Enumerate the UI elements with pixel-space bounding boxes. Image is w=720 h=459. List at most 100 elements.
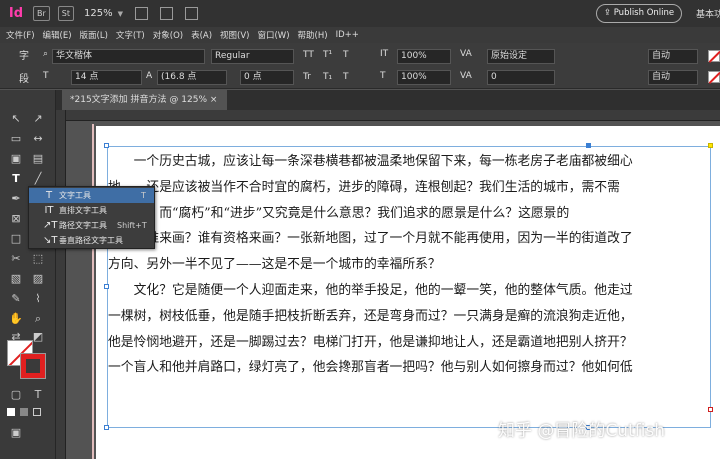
zoom-level[interactable]: 125% bbox=[84, 8, 113, 19]
flyout-item-label: 直排文字工具 bbox=[59, 206, 107, 215]
text-line: 地 还是应该被当作不合时宜的腐朽，进步的障碍，连根刨起？我们生活的城市，需不需 bbox=[108, 179, 620, 195]
font-search-icon: ⌕ bbox=[43, 49, 49, 59]
view-options-icon[interactable] bbox=[134, 7, 148, 20]
note-tool-icon[interactable]: ✎ bbox=[9, 292, 23, 306]
formatting-affects-container-icon[interactable]: ▢ bbox=[9, 388, 23, 402]
text-line: 文化？它是随便一个人迎面走来，他的举手投足，他的一颦一笑，他的整体气质。他走过 bbox=[108, 282, 633, 298]
document-tab[interactable]: *215文字添加 拼音方法 @ 125% × bbox=[62, 90, 228, 110]
frame-handle-top-right[interactable] bbox=[708, 143, 713, 148]
tracking-icon: VA bbox=[460, 71, 472, 81]
auto-field-2[interactable]: 自动 bbox=[648, 70, 698, 85]
apply-color-icon[interactable] bbox=[7, 408, 15, 416]
flyout-item-vertical-type-tool[interactable]: IT 直排文字工具 bbox=[29, 203, 154, 218]
line-tool-icon[interactable]: ╱ bbox=[31, 172, 45, 186]
fill-swatch-none-icon[interactable] bbox=[708, 50, 720, 62]
page-tool-icon[interactable]: ▭ bbox=[9, 132, 23, 146]
leading-field[interactable]: (16.8 点 bbox=[157, 70, 227, 85]
underline-button[interactable]: T bbox=[343, 50, 349, 60]
direct-selection-tool-icon[interactable]: ↗ bbox=[31, 112, 45, 126]
menu-window[interactable]: 窗口(W) bbox=[257, 29, 289, 41]
stroke-color-icon[interactable] bbox=[20, 353, 46, 379]
type-tool-icon[interactable]: T bbox=[9, 172, 23, 186]
frame-handle-top-left[interactable] bbox=[104, 143, 109, 148]
subscript-button[interactable]: T₁ bbox=[323, 72, 332, 82]
body-text[interactable]: 一个历史古城，应该让每一条深巷横巷都被温柔地保留下来，每一栋老房子老庙都被细心 … bbox=[108, 149, 711, 427]
horizontal-ruler bbox=[66, 110, 720, 121]
eyedropper-tool-icon[interactable]: ⌇ bbox=[31, 292, 45, 306]
character-mode-icon[interactable]: 字 bbox=[19, 47, 29, 62]
chevron-down-icon[interactable]: ▼ bbox=[118, 10, 123, 18]
frame-handle-top-center[interactable] bbox=[586, 143, 591, 148]
menu-edit[interactable]: 编辑(E) bbox=[43, 29, 72, 41]
content-placer-icon[interactable]: ▤ bbox=[31, 152, 45, 166]
menu-layout[interactable]: 版面(L) bbox=[80, 29, 108, 41]
workspace-switcher[interactable]: 基本功能 bbox=[696, 7, 720, 20]
gradient-feather-tool-icon[interactable]: ▨ bbox=[31, 272, 45, 286]
small-caps-button[interactable]: Tr bbox=[303, 72, 311, 82]
menu-table[interactable]: 表(A) bbox=[191, 29, 212, 41]
menu-help[interactable]: 帮助(H) bbox=[298, 29, 328, 41]
flyout-item-type-on-path-tool[interactable]: ↗T 路径文字工具 Shift+T bbox=[29, 218, 154, 233]
font-size-field[interactable]: 14 点 bbox=[71, 70, 142, 85]
type-tool-icon: T bbox=[45, 190, 53, 201]
all-caps-button[interactable]: TT bbox=[303, 50, 314, 60]
text-line: 和细心？而“腐朽”和“进步”又究竟是什么意思？我们追求的愿景是什么？这愿景的 bbox=[108, 205, 570, 221]
screen-mode-normal-icon[interactable]: ▣ bbox=[9, 426, 23, 440]
menu-bar: 文件(F) 编辑(E) 版面(L) 文字(T) 对象(O) 表(A) 视图(V)… bbox=[0, 27, 720, 43]
apply-none-icon[interactable] bbox=[33, 408, 41, 416]
vertical-scale-field[interactable]: 100% bbox=[397, 49, 451, 64]
flyout-item-shortcut: Shift+T bbox=[117, 221, 147, 230]
stock-button[interactable]: St bbox=[57, 6, 74, 21]
publish-online-label: Publish Online bbox=[613, 8, 675, 18]
free-transform-tool-icon[interactable]: ⬚ bbox=[31, 252, 45, 266]
horizontal-scale-field[interactable]: 100% bbox=[397, 70, 451, 85]
default-colors-icon[interactable]: ◩ bbox=[31, 330, 45, 344]
flyout-item-shortcut: T bbox=[141, 191, 146, 200]
text-line: 蓝图由谁来画？谁有资格来画？一张新地图，过了一个月就不能再使用，因为一半的街道改… bbox=[108, 231, 633, 247]
type-on-path-tool-icon: ↗T bbox=[43, 220, 58, 231]
flyout-item-label: 路径文字工具 bbox=[59, 221, 107, 230]
watermark: 知乎 @冒险的Cutfish bbox=[498, 421, 666, 441]
menu-file[interactable]: 文件(F) bbox=[6, 29, 35, 41]
leading-icon: A bbox=[146, 71, 153, 81]
flyout-item-type-tool[interactable]: T 文字工具 T bbox=[29, 188, 154, 203]
kerning-icon: VA bbox=[460, 49, 472, 59]
kerning-field[interactable]: 原始设定 bbox=[487, 49, 555, 64]
menu-idplus[interactable]: ID++ bbox=[336, 30, 359, 40]
tracking-hint-field[interactable]: 0 点 bbox=[240, 70, 294, 85]
bleed-guide bbox=[92, 124, 94, 459]
gradient-swatch-tool-icon[interactable]: ▧ bbox=[9, 272, 23, 286]
menu-type[interactable]: 文字(T) bbox=[116, 29, 145, 41]
formatting-affects-text-icon[interactable]: T bbox=[31, 388, 45, 402]
text-line: 方向、另外一半不见了——这是不是一个城市的幸福所系？ bbox=[108, 257, 441, 273]
publish-online-button[interactable]: ⇪ Publish Online bbox=[596, 4, 682, 23]
flyout-item-vertical-type-on-path-tool[interactable]: ↘T 垂直路径文字工具 bbox=[29, 233, 154, 248]
stroke-swatch-none-icon[interactable] bbox=[708, 71, 720, 83]
menu-object[interactable]: 对象(O) bbox=[153, 29, 183, 41]
font-style-field[interactable]: Regular bbox=[211, 49, 294, 64]
menu-view[interactable]: 视图(V) bbox=[220, 29, 249, 41]
rectangle-tool-icon[interactable]: □ bbox=[9, 232, 23, 246]
rectangle-frame-tool-icon[interactable]: ⊠ bbox=[9, 212, 23, 226]
document-tab-bar: *215文字添加 拼音方法 @ 125% × bbox=[56, 90, 720, 110]
flyout-item-label: 文字工具 bbox=[59, 191, 91, 200]
apply-gradient-icon[interactable] bbox=[20, 408, 28, 416]
bridge-button[interactable]: Br bbox=[33, 6, 50, 21]
hand-tool-icon[interactable]: ✋ bbox=[9, 312, 23, 326]
screen-mode-icon[interactable] bbox=[159, 7, 173, 20]
content-collector-icon[interactable]: ▣ bbox=[9, 152, 23, 166]
superscript-button[interactable]: T¹ bbox=[323, 50, 332, 60]
paragraph-mode-icon[interactable]: 段 bbox=[19, 70, 29, 85]
zoom-tool-icon[interactable]: ⌕ bbox=[31, 312, 45, 326]
arrange-documents-icon[interactable] bbox=[184, 7, 198, 20]
tracking-field[interactable]: 0 bbox=[487, 70, 555, 85]
pen-tool-icon[interactable]: ✒ bbox=[9, 192, 23, 206]
gap-tool-icon[interactable]: ↔ bbox=[31, 132, 45, 146]
vertical-type-on-path-tool-icon: ↘T bbox=[43, 235, 58, 246]
scissors-tool-icon[interactable]: ✂ bbox=[9, 252, 23, 266]
font-family-field[interactable]: 华文楷体 bbox=[52, 49, 205, 64]
selection-tool-icon[interactable]: ↖ bbox=[9, 112, 23, 126]
auto-field-1[interactable]: 自动 bbox=[648, 49, 698, 64]
strikethrough-button[interactable]: T bbox=[343, 72, 349, 82]
horizontal-scale-icon: T bbox=[380, 71, 386, 81]
